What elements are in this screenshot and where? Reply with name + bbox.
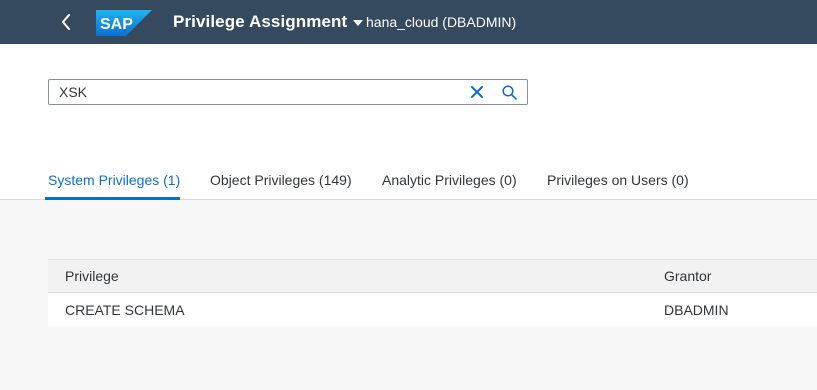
tab-system-privileges[interactable]: System Privileges (1) — [48, 172, 180, 188]
chevron-left-icon — [62, 14, 70, 30]
grantor-cell: DBADMIN — [664, 301, 729, 318]
clear-icon[interactable] — [465, 80, 489, 104]
logo-text: SAP — [100, 16, 133, 33]
sap-logo[interactable]: SAP — [96, 10, 152, 36]
table-header: Privilege Grantor — [48, 259, 817, 293]
table-row[interactable]: CREATE SCHEMA DBADMIN — [48, 293, 817, 326]
tab-object-privileges[interactable]: Object Privileges (149) — [210, 172, 352, 188]
search-field[interactable] — [48, 79, 528, 105]
app-title: Privilege Assignment — [173, 12, 348, 31]
privilege-cell: CREATE SCHEMA — [65, 301, 185, 318]
tab-privileges-on-users[interactable]: Privileges on Users (0) — [547, 172, 689, 188]
search-icon[interactable] — [497, 80, 521, 104]
back-button[interactable] — [54, 10, 78, 34]
app-title-menu[interactable]: Privilege Assignment — [173, 0, 364, 44]
column-header-grantor[interactable]: Grantor — [664, 260, 711, 292]
shell-bar: SAP Privilege Assignment hana_cloud (DBA… — [0, 0, 817, 44]
search-input[interactable] — [49, 80, 465, 104]
column-header-privilege[interactable]: Privilege — [65, 260, 119, 292]
connection-context: hana_cloud (DBADMIN) — [366, 14, 517, 30]
tab-analytic-privileges[interactable]: Analytic Privileges (0) — [382, 172, 517, 188]
tab-bar: System Privileges (1) Object Privileges … — [0, 164, 817, 200]
caret-down-icon — [353, 20, 364, 26]
privileges-table: Privilege Grantor CREATE SCHEMA DBADMIN — [48, 259, 817, 326]
active-tab-indicator — [45, 197, 180, 200]
header-area: System Privileges (1) Object Privileges … — [0, 44, 817, 200]
